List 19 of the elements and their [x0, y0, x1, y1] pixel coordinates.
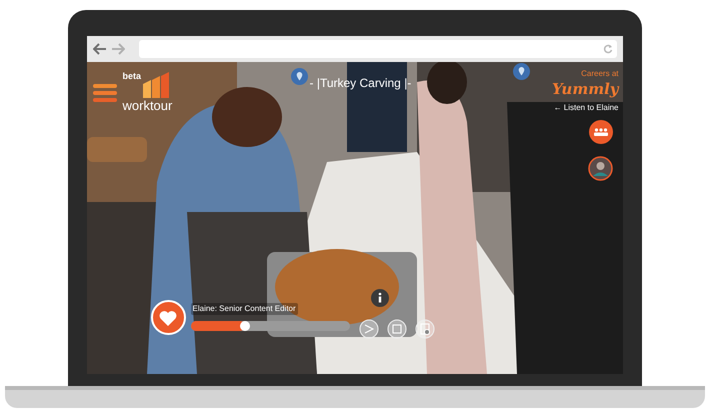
beta-label: beta	[122, 72, 142, 81]
menu-icon[interactable]	[92, 84, 116, 102]
next-icon[interactable]	[358, 319, 378, 339]
speaker-caption: Elaine: Senior Content Editor	[190, 303, 298, 315]
info-icon[interactable]	[370, 289, 388, 307]
progress-track[interactable]	[190, 321, 350, 331]
map-pin-icon[interactable]	[512, 63, 530, 80]
careers-label: Careers at	[581, 68, 618, 80]
heart-icon	[159, 310, 177, 326]
logo-bars-icon	[143, 72, 170, 98]
logo-text: worktour	[122, 99, 172, 112]
listen-hint: ← Listen to Elaine	[554, 102, 618, 114]
back-arrow-icon[interactable]	[92, 43, 106, 55]
avatar[interactable]	[588, 156, 612, 181]
company-logo-text: Yummly	[552, 80, 618, 99]
progress-fill[interactable]	[190, 321, 245, 331]
map-pin-icon[interactable]	[290, 68, 308, 85]
document-icon[interactable]	[414, 319, 434, 339]
people-icon	[594, 128, 608, 136]
